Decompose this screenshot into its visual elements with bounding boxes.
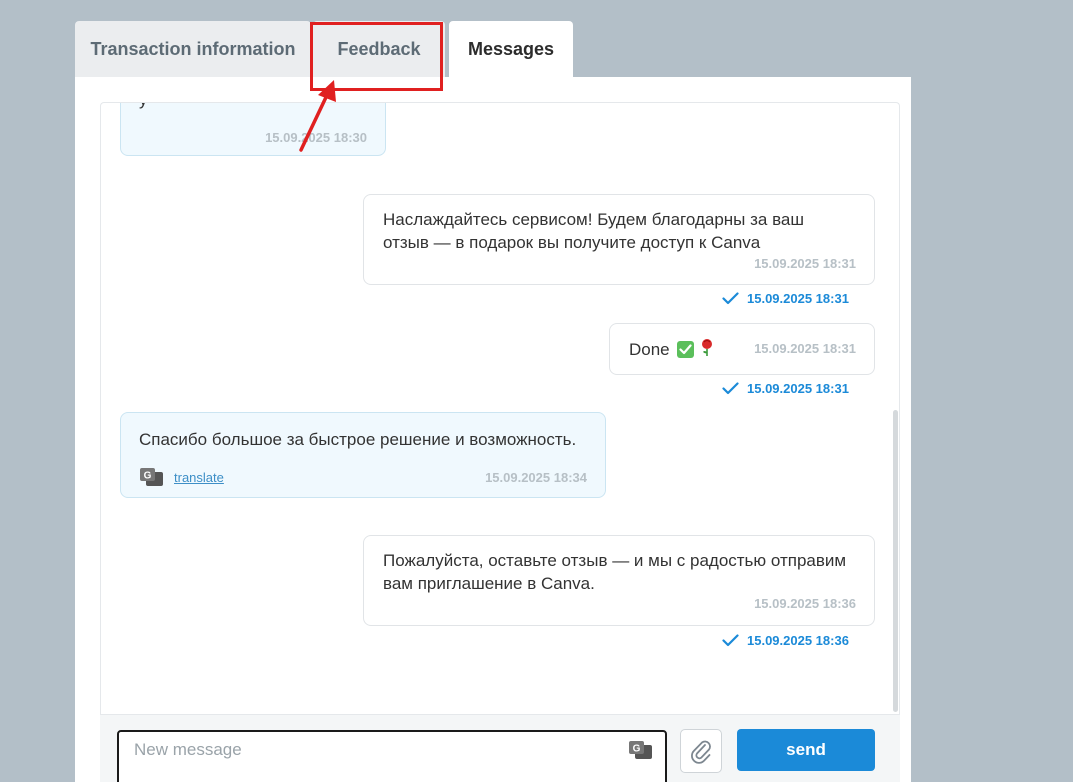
- rose-emoji: [700, 338, 714, 361]
- message-text: Спасибо большое за быстрое решение и воз…: [139, 430, 577, 449]
- message-timestamp: 15.09.2025 18:34: [485, 470, 587, 485]
- translate-link-group: G translate: [139, 467, 224, 487]
- check-icon: [722, 382, 739, 395]
- new-message-input[interactable]: [134, 740, 614, 760]
- message-incoming: Спасибо большое за быстрое решение и воз…: [120, 412, 606, 498]
- message-text: у: [139, 103, 148, 111]
- google-translate-icon: G: [140, 468, 163, 486]
- check-icon: [722, 634, 739, 647]
- message-incoming: у 15.09.2025 18:30: [120, 103, 386, 156]
- message-timestamp: 15.09.2025 18:36: [754, 596, 856, 611]
- read-receipt: 15.09.2025 18:31: [722, 291, 849, 306]
- check-mark-button-emoji: [676, 341, 694, 358]
- svg-text:G: G: [144, 471, 152, 482]
- tab-messages[interactable]: Messages: [449, 21, 573, 77]
- message-outgoing: Пожалуйста, оставьте отзыв — и мы с радо…: [363, 535, 875, 626]
- tab-bar: Transaction information Feedback Message…: [75, 21, 573, 77]
- attach-file-button[interactable]: [680, 729, 722, 773]
- message-timestamp: 15.09.2025 18:31: [754, 341, 856, 356]
- read-receipt: 15.09.2025 18:31: [722, 381, 849, 396]
- read-time: 15.09.2025 18:31: [747, 291, 849, 306]
- read-time: 15.09.2025 18:36: [747, 633, 849, 648]
- message-outgoing: Наслаждайтесь сервисом! Будем благодарны…: [363, 194, 875, 285]
- message-outgoing: Done 15.09.2025 18:31: [609, 323, 875, 375]
- tab-transaction-information[interactable]: Transaction information: [75, 21, 311, 77]
- paperclip-icon: [691, 740, 711, 764]
- svg-text:G: G: [633, 744, 641, 755]
- chat-history[interactable]: у 15.09.2025 18:30 Наслаждайтесь сервисо…: [100, 102, 900, 714]
- message-text: Наслаждайтесь сервисом! Будем благодарны…: [383, 210, 805, 252]
- translate-link[interactable]: translate: [174, 470, 224, 485]
- message-text: Done: [629, 340, 670, 359]
- new-message-field[interactable]: G: [117, 730, 667, 782]
- message-timestamp: 15.09.2025 18:31: [754, 256, 856, 271]
- read-receipt: 15.09.2025 18:36: [722, 633, 849, 648]
- send-button[interactable]: send: [737, 729, 875, 771]
- chat-scrollbar[interactable]: [893, 410, 898, 712]
- message-timestamp: 15.09.2025 18:30: [265, 130, 367, 145]
- check-icon: [722, 292, 739, 305]
- message-text: Пожалуйста, оставьте отзыв — и мы с радо…: [383, 551, 847, 593]
- read-time: 15.09.2025 18:31: [747, 381, 849, 396]
- google-translate-icon[interactable]: G: [628, 740, 653, 760]
- tab-feedback[interactable]: Feedback: [313, 21, 445, 77]
